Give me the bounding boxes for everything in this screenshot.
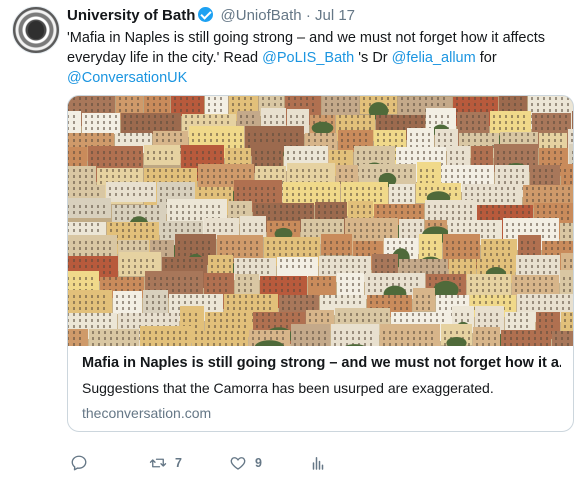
avatar[interactable] (12, 6, 60, 54)
mention-felia-allum[interactable]: @felia_allum (392, 50, 476, 66)
author-handle[interactable]: @UniofBath (221, 7, 302, 24)
reply-icon (71, 455, 87, 471)
analytics-icon (312, 457, 324, 470)
retweet-count: 7 (175, 456, 182, 470)
retweet-icon (149, 458, 167, 468)
heart-icon (230, 457, 246, 470)
like-count: 9 (255, 456, 262, 470)
tweet-date[interactable]: Jul 17 (315, 7, 355, 24)
like-button[interactable]: 9 (229, 452, 262, 474)
tweet-text-part: for (475, 50, 497, 66)
tweet-content: University of Bath @UniofBath · Jul 17 '… (67, 6, 574, 432)
tweet-actions: 7 9 (70, 452, 470, 474)
card-description: Suggestions that the Camorra has been us… (82, 380, 494, 396)
mention-polis-bath[interactable]: @PoLIS_Bath (262, 50, 354, 66)
avatar-face (28, 21, 44, 39)
author-name[interactable]: University of Bath (67, 7, 195, 24)
link-preview-card[interactable]: Mafia in Naples is still going strong – … (67, 95, 574, 432)
tweet-header: University of Bath @UniofBath · Jul 17 (67, 6, 572, 26)
tweet-text-part: 's Dr (354, 50, 392, 66)
mention-conversationuk[interactable]: @ConversationUK (67, 70, 187, 86)
card-domain: theconversation.com (82, 405, 212, 421)
card-title[interactable]: Mafia in Naples is still going strong – … (82, 354, 561, 373)
card-body: Mafia in Naples is still going strong – … (68, 346, 573, 423)
reply-button[interactable] (70, 452, 88, 474)
retweet-button[interactable]: 7 (149, 452, 182, 474)
tweet-text: 'Mafia in Naples is still going strong –… (67, 28, 567, 88)
analytics-button[interactable] (309, 452, 327, 474)
separator-dot: · (305, 7, 311, 24)
card-image-naples-city (68, 96, 573, 346)
verified-badge-icon (198, 7, 214, 22)
